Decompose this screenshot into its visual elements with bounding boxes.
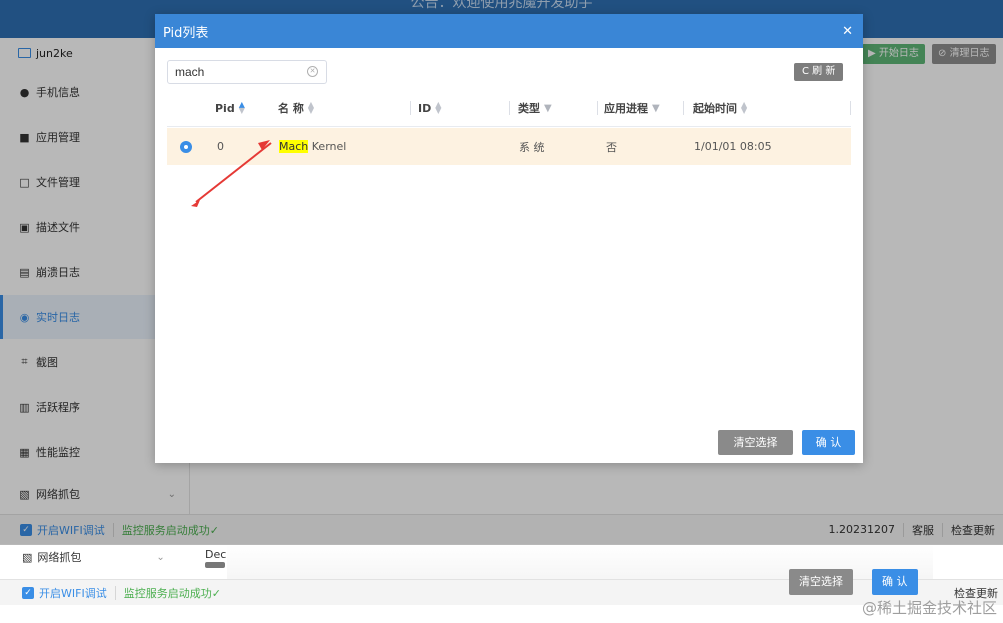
monitor-status: 监控服务启动成功✓: [123, 586, 221, 600]
sort-icon[interactable]: ▲ ▼: [308, 101, 314, 115]
chevron-down-icon: ⌄: [156, 551, 165, 563]
confirm-button[interactable]: 确 认: [802, 430, 855, 455]
row-radio[interactable]: [180, 128, 192, 165]
column-label: 应用进程: [604, 102, 648, 115]
close-icon[interactable]: ✕: [842, 24, 853, 39]
confirm-button[interactable]: 确 认: [872, 569, 918, 595]
divider: [114, 585, 116, 600]
wifi-debug-label: 开启WIFI调试: [39, 586, 107, 600]
column-label: Pid: [215, 101, 235, 115]
sort-icon[interactable]: ▲ ▼: [239, 101, 245, 115]
sidebar-item-network-capture-copy[interactable]: ▧ 网络抓包 ⌄: [22, 549, 165, 565]
name-rest: Kernel: [308, 140, 347, 153]
network-capture-label: 网络抓包: [37, 551, 82, 564]
search-input[interactable]: [167, 60, 327, 84]
cell-app-process: 否: [606, 140, 617, 154]
column-label: 起始时间: [693, 102, 737, 115]
column-label: ID: [418, 101, 432, 115]
column-name[interactable]: 名 称 ▲ ▼: [278, 89, 411, 127]
column-type[interactable]: 类型 ▼: [518, 89, 598, 127]
column-id[interactable]: ID ▲ ▼: [418, 89, 510, 127]
column-start-time[interactable]: 起始时间 ▲ ▼: [693, 89, 851, 127]
wifi-debug-checkbox[interactable]: ✓: [22, 586, 34, 599]
table-row[interactable]: 0 Mach Kernel 系 统 否 1/01/01 08:05: [167, 128, 851, 165]
column-app-process[interactable]: 应用进程 ▼: [604, 89, 684, 127]
cell-pid: 0: [217, 140, 224, 153]
filter-icon[interactable]: ▼: [544, 103, 552, 114]
dialog-header: Pid列表 ✕: [155, 14, 863, 48]
watermark: @稀土掘金技术社区: [861, 599, 997, 617]
search-highlight: Mach: [279, 140, 309, 153]
scrollbar[interactable]: [205, 562, 225, 568]
dialog-title: Pid列表: [163, 25, 209, 41]
pid-table: Pid ▲ ▼ 名 称 ▲ ▼ ID ▲ ▼ 类型 ▼ 应用进程 ▼ 起始时间 …: [167, 89, 851, 165]
cell-name: Mach Kernel: [279, 128, 346, 165]
network-capture-icon: ▧: [22, 550, 33, 564]
cell-start-time: 1/01/01 08:05: [694, 140, 772, 153]
cell-type: 系 统: [519, 140, 545, 154]
column-label: 名 称: [278, 102, 304, 115]
radio-selected-icon: [180, 140, 192, 153]
sort-icon[interactable]: ▲ ▼: [435, 101, 441, 115]
column-label: Dec: [205, 548, 227, 561]
refresh-button[interactable]: C 刷 新: [794, 63, 844, 81]
table-header: Pid ▲ ▼ 名 称 ▲ ▼ ID ▲ ▼ 类型 ▼ 应用进程 ▼ 起始时间 …: [167, 89, 851, 127]
sort-icon[interactable]: ▲ ▼: [741, 101, 747, 115]
clear-input-icon[interactable]: ✕: [307, 66, 318, 77]
column-pid[interactable]: Pid ▲ ▼: [215, 89, 245, 127]
column-label: 类型: [518, 102, 540, 115]
filter-icon[interactable]: ▼: [652, 103, 660, 114]
clear-selection-button[interactable]: 清空选择: [718, 430, 793, 455]
clear-selection-button[interactable]: 清空选择: [789, 569, 853, 595]
pid-list-dialog: Pid列表 ✕ ✕ C 刷 新 Pid ▲▼ 名 称 ▲▼ ID ▲▼ 类型 ▼: [155, 14, 863, 463]
